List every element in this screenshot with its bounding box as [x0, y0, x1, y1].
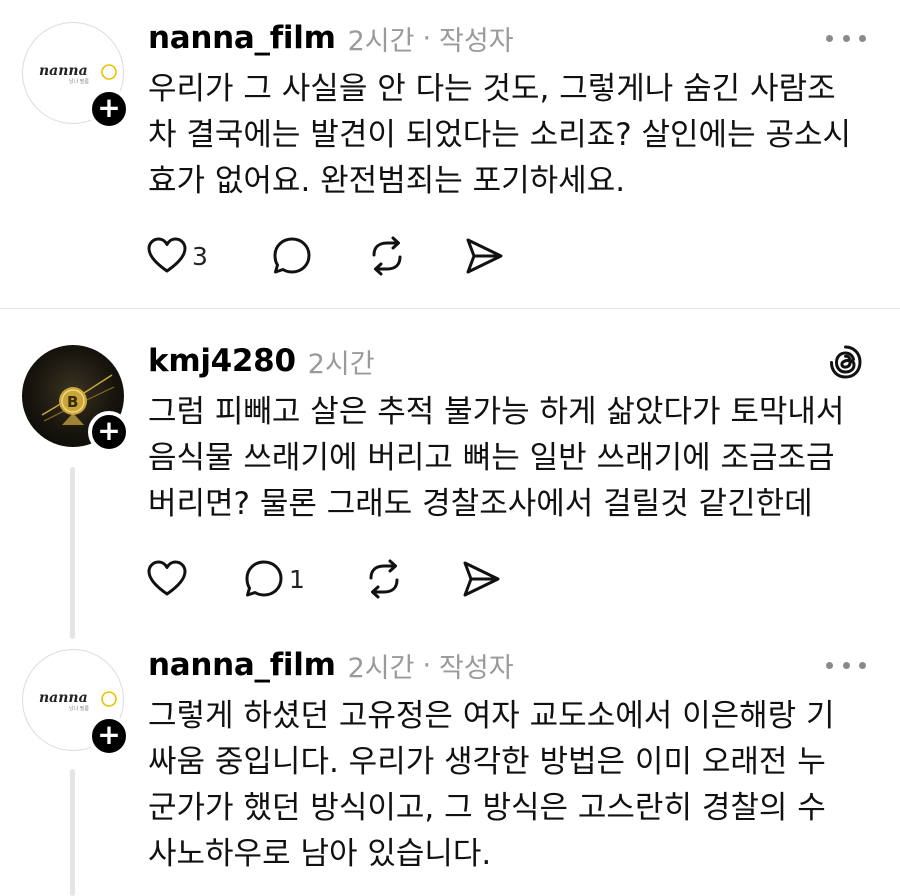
- text-line: 그렇게 하셨던 고유정은 여자 교도소에서 이은해랑 기: [148, 698, 835, 734]
- svg-text:nanna: nanna: [39, 690, 88, 706]
- username[interactable]: nanna_film: [148, 20, 336, 56]
- repost-button[interactable]: [363, 557, 460, 601]
- thread-line: [70, 467, 75, 639]
- author-badge: 작성자: [439, 652, 514, 684]
- follow-plus-button[interactable]: +: [88, 88, 130, 130]
- share-button[interactable]: [460, 557, 510, 601]
- separator: ·: [422, 649, 432, 681]
- svg-text:낭나 필름: 낭나 필름: [69, 78, 89, 85]
- action-bar: 3: [146, 234, 513, 278]
- post-3: nanna 낭나 필름 + nanna_film 2시간 · 작성자 그렇게 하…: [0, 639, 900, 896]
- reply-button[interactable]: [271, 234, 366, 278]
- text-line: 그럼 피빼고 살은 추적 불가능 하게 삶았다가 토막내서: [148, 394, 845, 430]
- text-line: 버리면? 물론 그래도 경찰조사에서 걸릴것 같긴한데: [148, 486, 813, 522]
- comment-icon: [245, 560, 283, 597]
- follow-plus-button[interactable]: +: [88, 715, 130, 757]
- separator: ·: [422, 22, 432, 54]
- like-button[interactable]: [146, 557, 243, 601]
- more-icon[interactable]: [826, 28, 866, 48]
- reply-count: 1: [289, 564, 305, 594]
- post-header: nanna_film 2시간 · 작성자: [148, 645, 514, 685]
- thread-line: [70, 769, 75, 896]
- text-line: 싸움 중입니다. 우리가 생각한 방법은 이미 오래전 누: [148, 744, 826, 780]
- repost-button[interactable]: [366, 234, 463, 278]
- post-header: nanna_film 2시간 · 작성자: [148, 18, 514, 58]
- repost-icon: [369, 559, 399, 599]
- threads-logo-icon[interactable]: [828, 344, 864, 380]
- text-line: 효가 없어요. 완전범죄는 포기하세요.: [148, 163, 626, 199]
- heart-icon: [147, 237, 187, 273]
- post-1: nanna 낭나 필름 + nanna_film 2시간 · 작성자 우리가 그…: [0, 0, 900, 308]
- post-text: 우리가 그 사실을 안 다는 것도, 그렇게나 숨긴 사람조 차 결국에는 발견…: [148, 66, 878, 204]
- repost-icon: [372, 236, 402, 276]
- share-button[interactable]: [463, 234, 513, 278]
- post-2: B + kmj4280 2시간 그럼 피빼고 살은 추적 불가능 하게 삶았다가…: [0, 309, 900, 639]
- svg-text:낭나 필름: 낭나 필름: [69, 705, 89, 712]
- username[interactable]: kmj4280: [148, 343, 296, 379]
- author-badge: 작성자: [439, 25, 514, 57]
- svg-text:nanna: nanna: [39, 63, 88, 79]
- comment-icon: [273, 237, 311, 274]
- timestamp: 2시간: [347, 652, 415, 684]
- timestamp: 2시간: [347, 25, 415, 57]
- like-button[interactable]: 3: [146, 234, 271, 278]
- like-count: 3: [192, 241, 208, 271]
- share-icon: [466, 238, 503, 274]
- post-header: kmj4280 2시간: [148, 341, 375, 381]
- share-icon: [463, 561, 500, 597]
- reply-button[interactable]: 1: [243, 557, 363, 601]
- text-line: 차 결국에는 발견이 되었다는 소리죠? 살인에는 공소시: [148, 117, 852, 153]
- action-bar: 1: [146, 557, 510, 601]
- post-text: 그렇게 하셨던 고유정은 여자 교도소에서 이은해랑 기 싸움 중입니다. 우리…: [148, 693, 878, 877]
- timestamp: 2시간: [307, 348, 375, 380]
- more-icon[interactable]: [826, 655, 866, 675]
- follow-plus-button[interactable]: +: [88, 411, 130, 453]
- post-text: 그럼 피빼고 살은 추적 불가능 하게 삶았다가 토막내서 음식물 쓰래기에 버…: [148, 389, 878, 527]
- heart-icon: [147, 560, 187, 596]
- svg-text:B: B: [67, 393, 78, 411]
- text-line: 우리가 그 사실을 안 다는 것도, 그렇게나 숨긴 사람조: [148, 71, 836, 107]
- username[interactable]: nanna_film: [148, 647, 336, 683]
- text-line: 음식물 쓰래기에 버리고 뼈는 일반 쓰래기에 조금조금: [148, 440, 835, 476]
- text-line: 군가가 했던 방식이고, 그 방식은 고스란히 경찰의 수: [148, 790, 826, 826]
- text-line: 사노하우로 남아 있습니다.: [148, 836, 492, 872]
